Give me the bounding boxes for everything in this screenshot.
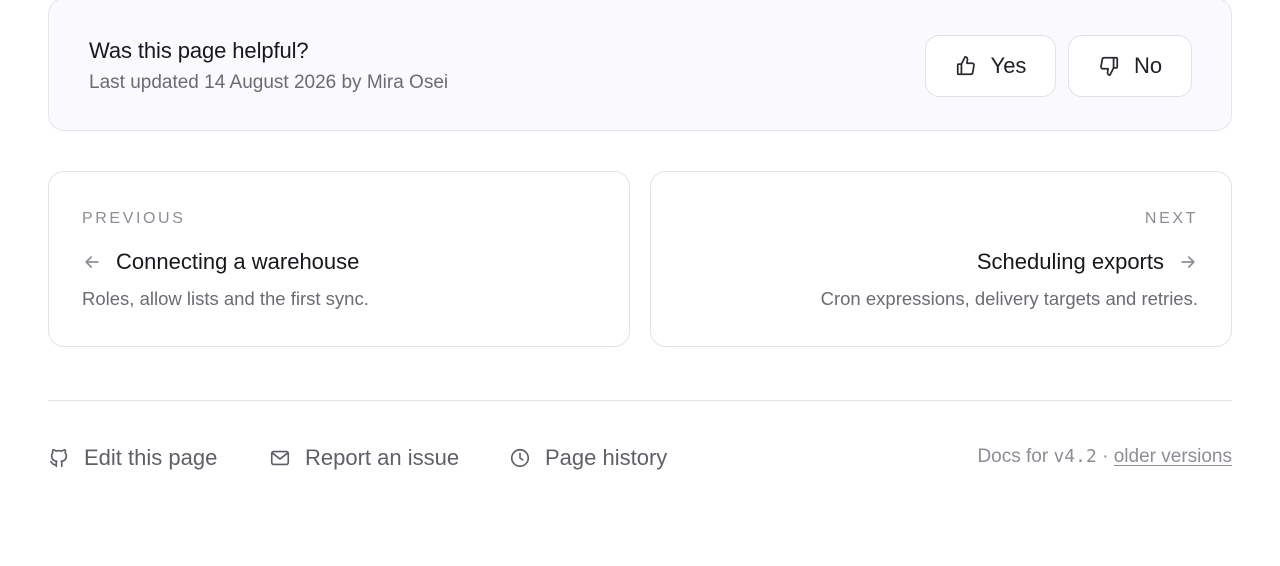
edit-page-label: Edit this page <box>84 445 218 470</box>
feedback-panel: Was this page helpful? Last updated 14 A… <box>48 0 1232 131</box>
page-history-label: Page history <box>545 445 668 470</box>
arrow-right-icon <box>1178 252 1198 272</box>
feedback-title: Was this page helpful? <box>89 38 309 63</box>
previous-page-card[interactable]: PREVIOUS Connecting a warehouse Roles, a… <box>48 171 630 347</box>
docs-page-footer: Was this page helpful? Last updated 14 A… <box>0 0 1280 566</box>
older-versions-link[interactable]: older versions <box>1114 446 1232 467</box>
mail-icon <box>269 447 291 469</box>
edit-page-link[interactable]: Edit this page <box>48 444 217 472</box>
previous-eyebrow: PREVIOUS <box>82 210 186 227</box>
next-eyebrow: NEXT <box>1144 210 1198 227</box>
last-updated-meta: Last updated 14 August 2026 by Mira Osei <box>89 72 449 93</box>
next-page-title: Scheduling exports <box>976 249 1164 274</box>
thumbs-up-icon <box>955 55 977 77</box>
arrow-left-icon <box>82 252 102 272</box>
previous-page-title: Connecting a warehouse <box>116 249 360 274</box>
docs-version-info: Docs for v4.2 · older versions <box>977 446 1232 468</box>
next-page-description: Cron expressions, delivery targets and r… <box>820 288 1198 309</box>
footer-divider <box>48 400 1232 401</box>
helpful-yes-button[interactable]: Yes <box>925 35 1056 97</box>
previous-title-row: Connecting a warehouse <box>82 249 359 275</box>
report-issue-link[interactable]: Report an issue <box>269 444 459 472</box>
version-number: v4.2 <box>1053 446 1097 467</box>
version-separator: · <box>1096 446 1114 467</box>
helpful-no-label: No <box>1133 53 1163 78</box>
next-page-card[interactable]: NEXT Scheduling exports Cron expressions… <box>650 171 1232 347</box>
previous-page-description: Roles, allow lists and the first sync. <box>82 288 369 309</box>
helpful-yes-label: Yes <box>990 53 1027 78</box>
thumbs-down-icon <box>1098 55 1120 77</box>
page-history-link[interactable]: Page history <box>509 444 667 472</box>
clock-icon <box>509 447 531 469</box>
next-title-row: Scheduling exports <box>977 249 1198 275</box>
version-prefix: Docs for <box>977 446 1054 467</box>
report-issue-label: Report an issue <box>305 445 460 470</box>
helpful-no-button[interactable]: No <box>1068 35 1192 97</box>
github-icon <box>48 447 70 469</box>
